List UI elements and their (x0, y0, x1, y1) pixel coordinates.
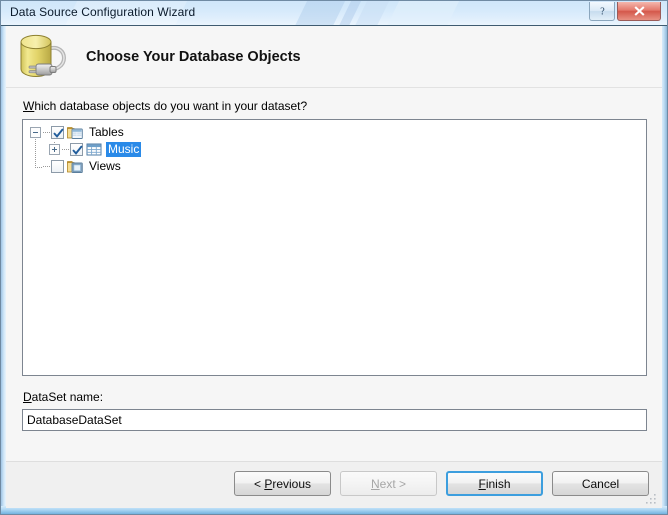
close-button[interactable] (617, 2, 661, 21)
tree-node-label: Music (106, 142, 142, 157)
checkbox-tables[interactable] (51, 126, 64, 139)
dataset-name-label: DataSet name: (23, 390, 103, 404)
database-objects-tree[interactable]: Tables Music Views (22, 119, 647, 376)
wizard-footer: < Previous Next > Finish Cancel (6, 461, 662, 508)
prompt-label: Which database objects do you want in yo… (23, 99, 307, 113)
prompt-text: hich database objects do you want in you… (34, 99, 308, 113)
next-button[interactable]: Next > (340, 471, 437, 496)
checkmark-icon (72, 145, 83, 155)
glass-streak (294, 1, 346, 25)
tree-node-tables[interactable]: Tables (23, 124, 646, 141)
checkmark-icon (53, 128, 64, 138)
glass-streak (386, 1, 460, 25)
finish-button[interactable]: Finish (446, 471, 543, 496)
wizard-body: Which database objects do you want in yo… (6, 88, 662, 461)
dataset-name-input[interactable] (22, 409, 647, 431)
views-folder-icon (67, 159, 83, 174)
tree-node-label: Tables (89, 125, 124, 139)
checkbox-music[interactable] (70, 143, 83, 156)
dataset-label-accel-char: D (23, 390, 32, 404)
wizard-button-bar: < Previous Next > Finish Cancel (234, 471, 649, 496)
next-button-label: Next > (370, 476, 407, 491)
expander-expand-icon[interactable] (49, 144, 60, 155)
resize-grip-icon[interactable] (645, 493, 657, 505)
tree-node-views[interactable]: Views (23, 158, 646, 175)
expander-collapse-icon[interactable] (30, 127, 41, 138)
tree-connector-dots (62, 149, 69, 150)
cancel-button-label: Cancel (581, 476, 620, 491)
titlebar-button-group: ? (589, 2, 661, 21)
previous-button-label: < Previous (253, 476, 312, 491)
wizard-header: Choose Your Database Objects (6, 26, 662, 88)
previous-button[interactable]: < Previous (234, 471, 331, 496)
page-title: Choose Your Database Objects (86, 49, 301, 65)
question-mark-icon: ? (600, 7, 605, 18)
wizard-window: Data Source Configuration Wizard ? Choos… (0, 0, 668, 515)
tables-folder-icon (67, 125, 83, 140)
checkbox-views[interactable] (51, 160, 64, 173)
tree-node-music[interactable]: Music (23, 141, 646, 158)
tree-connector-dots (43, 166, 50, 167)
svg-text:?: ? (600, 7, 605, 18)
dataset-label-text: ataSet name: (31, 390, 104, 404)
finish-button-label: Finish (478, 476, 511, 491)
tree-connector-dots (43, 132, 50, 133)
glass-streak (354, 1, 390, 25)
tree-node-label: Views (89, 159, 121, 173)
tree-root: Tables Music Views (23, 120, 646, 175)
prompt-accel-char: W (23, 99, 35, 113)
database-connection-icon (14, 31, 76, 86)
glass-streak (338, 1, 362, 25)
title-bar[interactable]: Data Source Configuration Wizard ? (1, 1, 667, 26)
cancel-button[interactable]: Cancel (552, 471, 649, 496)
window-title: Data Source Configuration Wizard (10, 5, 196, 19)
help-button[interactable]: ? (589, 2, 615, 21)
close-icon (633, 6, 645, 16)
table-grid-icon (86, 142, 102, 157)
